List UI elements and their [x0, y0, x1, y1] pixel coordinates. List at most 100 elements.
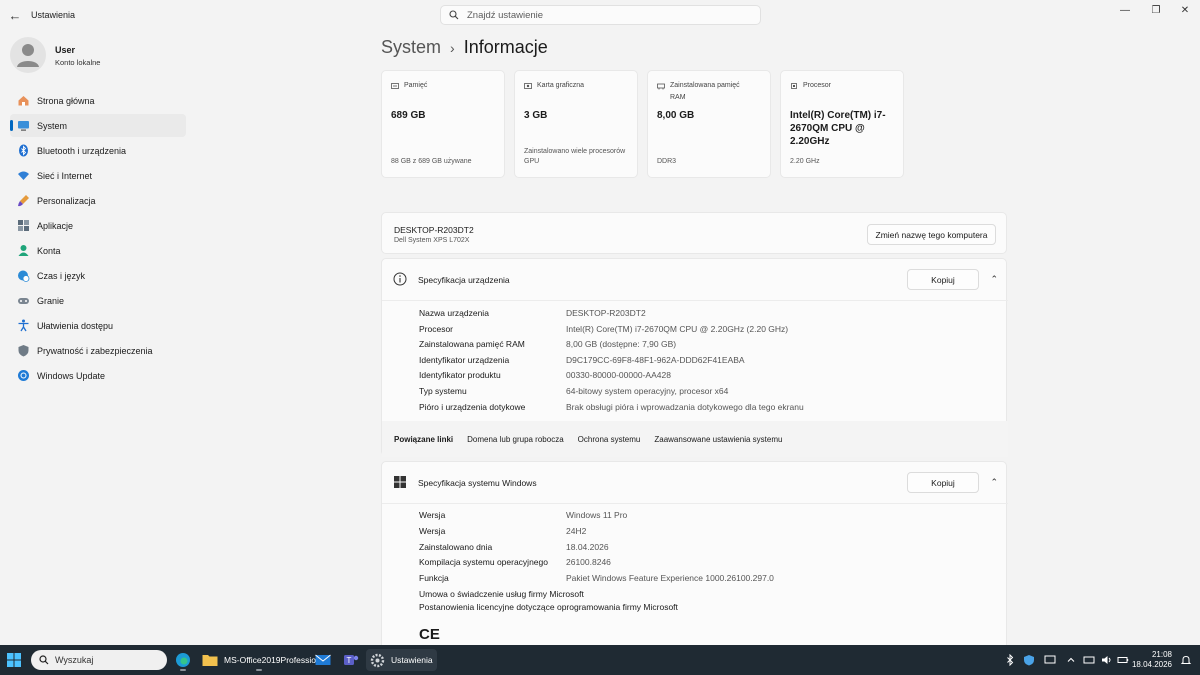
gpu-icon — [524, 83, 532, 89]
clock[interactable]: 21:08 18.04.2026 — [1132, 650, 1172, 670]
globe-clock-icon — [17, 269, 30, 282]
windows-start-icon[interactable] — [6, 652, 22, 668]
sidebar-item-label: Prywatność i zabezpieczenia — [37, 345, 153, 356]
settings-search[interactable] — [440, 5, 761, 25]
sidebar-item-label: Bluetooth i urządzenia — [37, 145, 127, 156]
notification-bell-icon[interactable] — [1180, 654, 1192, 666]
monitor-icon — [17, 119, 30, 132]
home-icon — [17, 94, 30, 107]
spec-value: 00330-80000-00000-AA428 — [566, 370, 671, 380]
breadcrumb: System › Informacje — [381, 37, 548, 58]
sidebar-item-bluetooth[interactable]: Bluetooth i urządzenia — [10, 139, 186, 162]
spec-label: Typ systemu — [419, 386, 467, 396]
spec-label: Wersja — [419, 510, 446, 520]
card-subtext: 2.20 GHz — [790, 158, 820, 165]
avatar — [10, 37, 46, 73]
spec-value: D9C179CC-69F8-48F1-962A-DDD62F41EABA — [566, 355, 745, 365]
accessibility-icon — [17, 319, 30, 332]
user-profile[interactable]: User Konto lokalne — [10, 37, 190, 75]
update-icon — [17, 369, 30, 382]
sidebar-item-label: Windows Update — [37, 370, 106, 381]
sidebar-item-gaming[interactable]: Granie — [10, 289, 186, 312]
taskbar-app-edge[interactable] — [171, 649, 195, 671]
page-title: Informacje — [463, 37, 548, 57]
sidebar-item-windows-update[interactable]: Windows Update — [10, 364, 186, 387]
taskbar-app-settings[interactable]: Ustawienia — [366, 649, 437, 671]
link-domain-workgroup[interactable]: Domena lub grupa robocza — [467, 435, 564, 444]
sidebar-item-network[interactable]: Sieć i Internet — [10, 164, 186, 187]
spec-label: Procesor — [419, 324, 454, 334]
battery-tray-icon[interactable] — [1117, 654, 1129, 666]
sidebar-item-privacy[interactable]: Prywatność i zabezpieczenia — [10, 339, 186, 362]
volume-tray-icon[interactable] — [1101, 654, 1113, 666]
sidebar-item-home[interactable]: Strona główna — [10, 89, 186, 112]
sidebar-item-label: Czas i język — [37, 270, 86, 281]
minimize-button[interactable]: — — [1110, 0, 1140, 20]
title-bar: ← Ustawienia — ❐ ✕ — [0, 0, 1200, 30]
spec-value: Intel(R) Core(TM) i7-2670QM CPU @ 2.20GH… — [566, 324, 789, 334]
card-title: Pamięć — [404, 82, 428, 89]
defender-tray-icon[interactable] — [1023, 654, 1035, 666]
sidebar-item-apps[interactable]: Aplikacje — [10, 214, 186, 237]
bluetooth-tray-icon[interactable] — [1004, 654, 1016, 666]
link-services-agreement[interactable]: Umowa o świadczenie usług firmy Microsof… — [419, 589, 584, 599]
chevron-up-icon[interactable]: ⌃ — [990, 274, 998, 285]
related-links-bar: Powiązane linki Domena lub grupa robocza… — [382, 421, 1008, 457]
link-system-protection[interactable]: Ochrona systemu — [578, 435, 641, 444]
copy-button[interactable]: Kopiuj — [907, 472, 979, 493]
pc-name-panel: DESKTOP-R203DT2 Dell System XPS L702X Zm… — [381, 212, 1007, 254]
spec-label: Funkcja — [419, 573, 449, 583]
pc-name: DESKTOP-R203DT2 — [394, 225, 474, 235]
card-title: Karta graficzna — [537, 82, 585, 89]
breadcrumb-parent[interactable]: System — [381, 37, 441, 58]
back-arrow-icon[interactable]: ← — [6, 6, 24, 24]
search-input[interactable] — [467, 9, 747, 21]
cpu-card[interactable]: Procesor Intel(R) Core(TM) i7-2670QM CPU… — [780, 70, 904, 178]
link-advanced-settings[interactable]: Zaawansowane ustawienia systemu — [654, 435, 782, 444]
related-links-heading: Powiązane linki — [394, 434, 454, 444]
section-title: Specyfikacja systemu Windows — [418, 478, 537, 488]
spec-value: 18.04.2026 — [566, 542, 609, 552]
card-value: 8,00 GB — [657, 110, 695, 121]
sidebar-item-personalization[interactable]: Personalizacja — [10, 189, 186, 212]
copy-button[interactable]: Kopiuj — [907, 269, 979, 290]
maximize-button[interactable]: ❐ — [1141, 0, 1171, 20]
chevron-up-tray-icon[interactable] — [1065, 654, 1077, 666]
taskbar-app-mail[interactable] — [311, 649, 335, 671]
sidebar-item-label: Sieć i Internet — [37, 170, 93, 181]
taskbar-search[interactable]: Wyszukaj — [31, 650, 167, 670]
sidebar-item-time-language[interactable]: Czas i język — [10, 264, 186, 287]
network-tray-icon[interactable] — [1083, 654, 1095, 666]
display-tray-icon[interactable] — [1044, 654, 1056, 666]
sidebar-item-accounts[interactable]: Konta — [10, 239, 186, 262]
card-title: Zainstalowana pamięć RAM — [670, 82, 740, 101]
device-spec-header[interactable]: Specyfikacja urządzenia Kopiuj ⌃ — [382, 259, 1008, 301]
card-subtext: 88 GB z 689 GB używane — [391, 158, 472, 165]
spec-value: 8,00 GB (dostępne: 7,90 GB) — [566, 339, 677, 349]
clock-date: 18.04.2026 — [1131, 660, 1172, 669]
rename-pc-button[interactable]: Zmień nazwę tego komputera — [867, 224, 996, 245]
search-icon — [449, 10, 459, 20]
spec-value: Pakiet Windows Feature Experience 1000.2… — [566, 573, 774, 583]
spec-label: Zainstalowano dnia — [419, 542, 493, 552]
sidebar-item-system[interactable]: System — [10, 114, 186, 137]
sidebar-item-label: Konta — [37, 245, 61, 256]
link-license-terms[interactable]: Postanowienia licencyjne dotyczące oprog… — [419, 602, 678, 612]
card-subtext: DDR3 — [657, 158, 677, 165]
sidebar-item-label: Strona główna — [37, 95, 95, 106]
sidebar-item-accessibility[interactable]: Ułatwienia dostępu — [10, 314, 186, 337]
storage-card[interactable]: Pamięć 689 GB 88 GB z 689 GB używane — [381, 70, 505, 178]
chevron-up-icon[interactable]: ⌃ — [990, 477, 998, 488]
sidebar-item-label: Personalizacja — [37, 195, 96, 206]
taskbar-app-teams[interactable]: T — [339, 649, 363, 671]
windows-logo-icon — [394, 476, 406, 488]
taskbar-app-explorer[interactable]: MS-Office2019Professio — [198, 649, 320, 671]
sidebar-nav: Strona główna System Bluetooth i urządze… — [10, 89, 186, 389]
ram-card[interactable]: Zainstalowana pamięć RAM 8,00 GB DDR3 — [647, 70, 771, 178]
gpu-card[interactable]: Karta graficzna 3 GB Zainstalowano wiele… — [514, 70, 638, 178]
taskbar-app-label: Ustawienia — [391, 655, 433, 665]
close-button[interactable]: ✕ — [1170, 0, 1200, 20]
windows-spec-header[interactable]: Specyfikacja systemu Windows Kopiuj ⌃ — [382, 462, 1008, 504]
gamepad-icon — [17, 294, 30, 307]
sidebar-item-label: Aplikacje — [37, 220, 74, 231]
